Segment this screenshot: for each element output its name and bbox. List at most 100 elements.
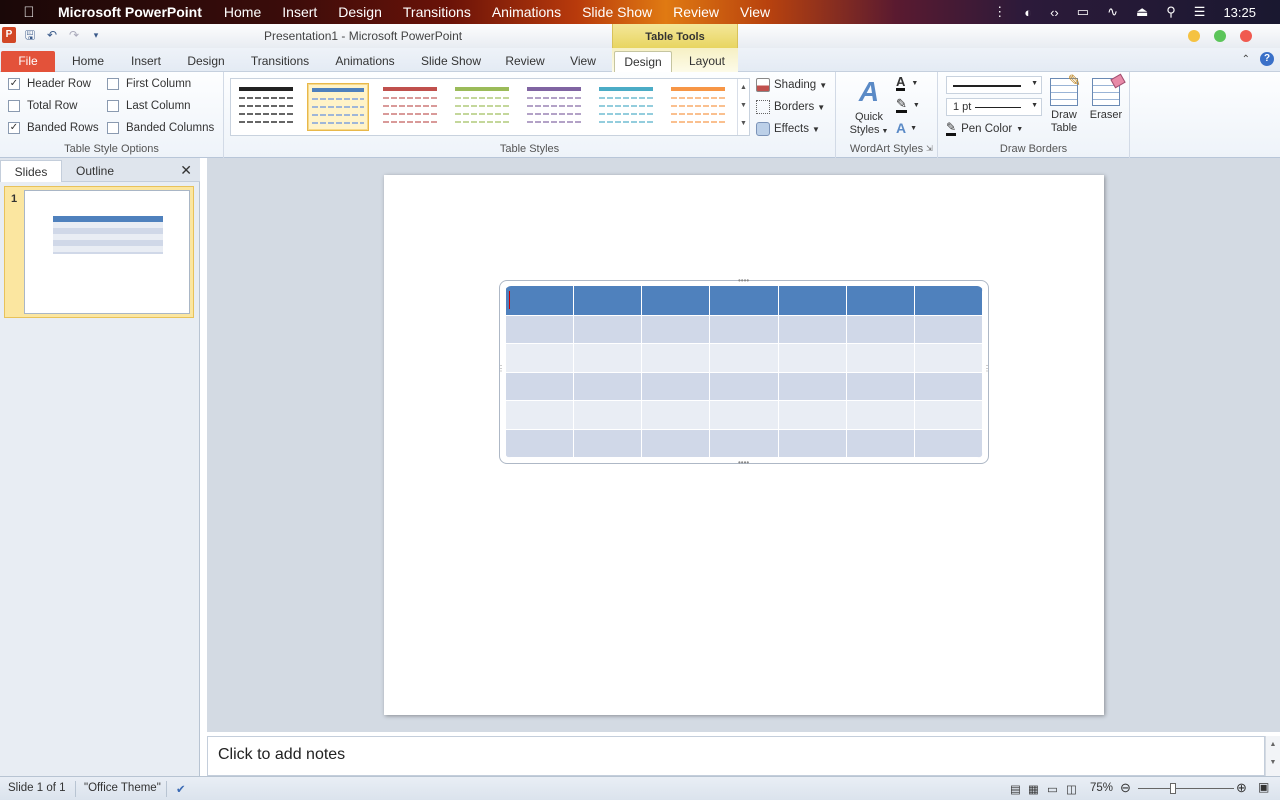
- close-button[interactable]: [1240, 30, 1252, 42]
- dictation-icon[interactable]: ⋮: [993, 4, 1006, 20]
- slide-thumbnail-selected[interactable]: 1: [4, 186, 194, 318]
- banded-columns-checkbox[interactable]: Banded Columns: [107, 122, 214, 134]
- gallery-more-icon[interactable]: ▼: [738, 115, 749, 133]
- clock[interactable]: 13:25: [1223, 5, 1256, 20]
- slide-canvas[interactable]: •••• •••• ⋮ ⋮: [384, 175, 1104, 715]
- table-cell[interactable]: [913, 429, 983, 458]
- wifi-off-icon[interactable]: ∿: [1107, 4, 1118, 20]
- theme-name[interactable]: "Office Theme": [84, 782, 161, 794]
- quick-styles-button[interactable]: A Quick Styles ▼: [848, 76, 890, 138]
- tab-transitions[interactable]: Transitions: [242, 51, 318, 72]
- gallery-up-icon[interactable]: ▲: [738, 79, 749, 97]
- tab-review[interactable]: Review: [498, 51, 552, 72]
- table-cell[interactable]: [641, 286, 711, 316]
- table-cell[interactable]: [641, 400, 711, 430]
- table-cell[interactable]: [641, 429, 711, 458]
- table-cell[interactable]: [913, 286, 983, 316]
- slideshow-view-icon[interactable]: ◫: [1066, 782, 1077, 796]
- slide-sorter-icon[interactable]: ▦: [1028, 782, 1039, 796]
- save-icon[interactable]: 🖫: [22, 27, 38, 43]
- tab-home[interactable]: Home: [64, 51, 112, 72]
- pen-style-dropdown[interactable]: ▼: [946, 76, 1042, 94]
- scroll-up-icon[interactable]: ▲: [1266, 736, 1280, 754]
- tab-view[interactable]: View: [560, 51, 606, 72]
- table-cell[interactable]: [845, 286, 915, 316]
- menu-transitions[interactable]: Transitions: [403, 4, 471, 20]
- shading-button[interactable]: Shading ▼: [756, 78, 827, 92]
- minimize-button[interactable]: [1188, 30, 1200, 42]
- zoom-slider-thumb[interactable]: [1170, 783, 1176, 794]
- code-icon[interactable]: ‹›: [1050, 5, 1059, 20]
- text-outline-button[interactable]: ✎ ▼: [896, 97, 920, 113]
- table-cell[interactable]: [913, 400, 983, 430]
- table-cell[interactable]: [573, 400, 643, 430]
- text-effects-button[interactable]: A ▼: [896, 120, 917, 136]
- table-style-red[interactable]: [379, 83, 441, 131]
- table-style-aqua[interactable]: [595, 83, 657, 131]
- table-style-blue[interactable]: [307, 83, 369, 131]
- table-cell[interactable]: [641, 372, 711, 402]
- table-cell[interactable]: [505, 429, 575, 458]
- table-cell[interactable]: [777, 343, 847, 373]
- table-cell[interactable]: [913, 315, 983, 345]
- notes-pane[interactable]: Click to add notes: [207, 736, 1265, 776]
- first-column-checkbox[interactable]: First Column: [107, 78, 191, 90]
- table-cell[interactable]: [777, 286, 847, 316]
- notes-scrollbar[interactable]: ▲ ▼: [1265, 736, 1280, 776]
- table-cell[interactable]: [777, 315, 847, 345]
- tab-outline[interactable]: Outline: [64, 160, 126, 182]
- scroll-down-icon[interactable]: ▼: [1266, 754, 1280, 772]
- last-column-checkbox[interactable]: Last Column: [107, 100, 191, 112]
- maximize-button[interactable]: [1214, 30, 1226, 42]
- control-center-icon[interactable]: ☰: [1194, 4, 1206, 20]
- table-cell[interactable]: [913, 343, 983, 373]
- table-cell[interactable]: [505, 400, 575, 430]
- table-style-black[interactable]: [235, 83, 297, 131]
- pen-weight-dropdown[interactable]: 1 pt ▼: [946, 98, 1042, 116]
- borders-button[interactable]: Borders ▼: [756, 100, 825, 114]
- tab-design[interactable]: Design: [180, 51, 232, 72]
- normal-view-icon[interactable]: ▤: [1010, 782, 1021, 796]
- draw-table-button[interactable]: ✎ Draw Table: [1045, 74, 1083, 135]
- menu-animations[interactable]: Animations: [492, 4, 561, 20]
- table-cell[interactable]: [777, 400, 847, 430]
- undo-icon[interactable]: ↶: [44, 27, 60, 43]
- table-cell[interactable]: [913, 372, 983, 402]
- display-icon[interactable]: ▭: [1077, 4, 1089, 20]
- table-cell[interactable]: [505, 286, 575, 316]
- table-cell[interactable]: [845, 400, 915, 430]
- resize-handle-right[interactable]: ⋮: [983, 365, 991, 373]
- close-panel-icon[interactable]: ✕: [180, 162, 192, 179]
- table-cell[interactable]: [709, 315, 779, 345]
- menu-review[interactable]: Review: [673, 4, 719, 20]
- zoom-in-icon[interactable]: ⊕: [1236, 780, 1247, 796]
- table-frame[interactable]: •••• •••• ⋮ ⋮: [497, 277, 991, 467]
- tab-table-design[interactable]: Design: [614, 51, 672, 72]
- tab-file[interactable]: File: [1, 51, 55, 72]
- tab-insert[interactable]: Insert: [122, 51, 170, 72]
- redo-icon[interactable]: ↷: [66, 27, 82, 43]
- tab-animations[interactable]: Animations: [328, 51, 402, 72]
- table-cell[interactable]: [641, 343, 711, 373]
- resize-handle-left[interactable]: ⋮: [497, 365, 505, 373]
- slide-thumbnail[interactable]: [24, 190, 190, 314]
- text-fill-button[interactable]: A ▼: [896, 75, 918, 91]
- zoom-level[interactable]: 75%: [1090, 782, 1113, 794]
- table-cell[interactable]: [573, 315, 643, 345]
- total-row-checkbox[interactable]: Total Row: [8, 100, 78, 112]
- table-cell[interactable]: [709, 343, 779, 373]
- apple-menu-icon[interactable]: : [0, 4, 58, 21]
- reading-view-icon[interactable]: ▭: [1047, 782, 1058, 796]
- resize-handle-top[interactable]: ••••: [738, 277, 749, 285]
- gallery-scroll[interactable]: ▲ ▼ ▼: [737, 79, 749, 135]
- app-name-menu[interactable]: Microsoft PowerPoint: [58, 4, 202, 20]
- minimize-ribbon-icon[interactable]: ⌃: [1242, 54, 1250, 65]
- dialog-launcher-icon[interactable]: ⇲: [926, 144, 933, 153]
- table-cell[interactable]: [845, 429, 915, 458]
- table-cell[interactable]: [505, 343, 575, 373]
- banded-rows-checkbox[interactable]: ✓ Banded Rows: [8, 122, 99, 134]
- powerpoint-app-icon[interactable]: P: [2, 27, 16, 43]
- menu-design[interactable]: Design: [338, 4, 382, 20]
- effects-button[interactable]: Effects ▼: [756, 122, 820, 136]
- menu-view[interactable]: View: [740, 4, 770, 20]
